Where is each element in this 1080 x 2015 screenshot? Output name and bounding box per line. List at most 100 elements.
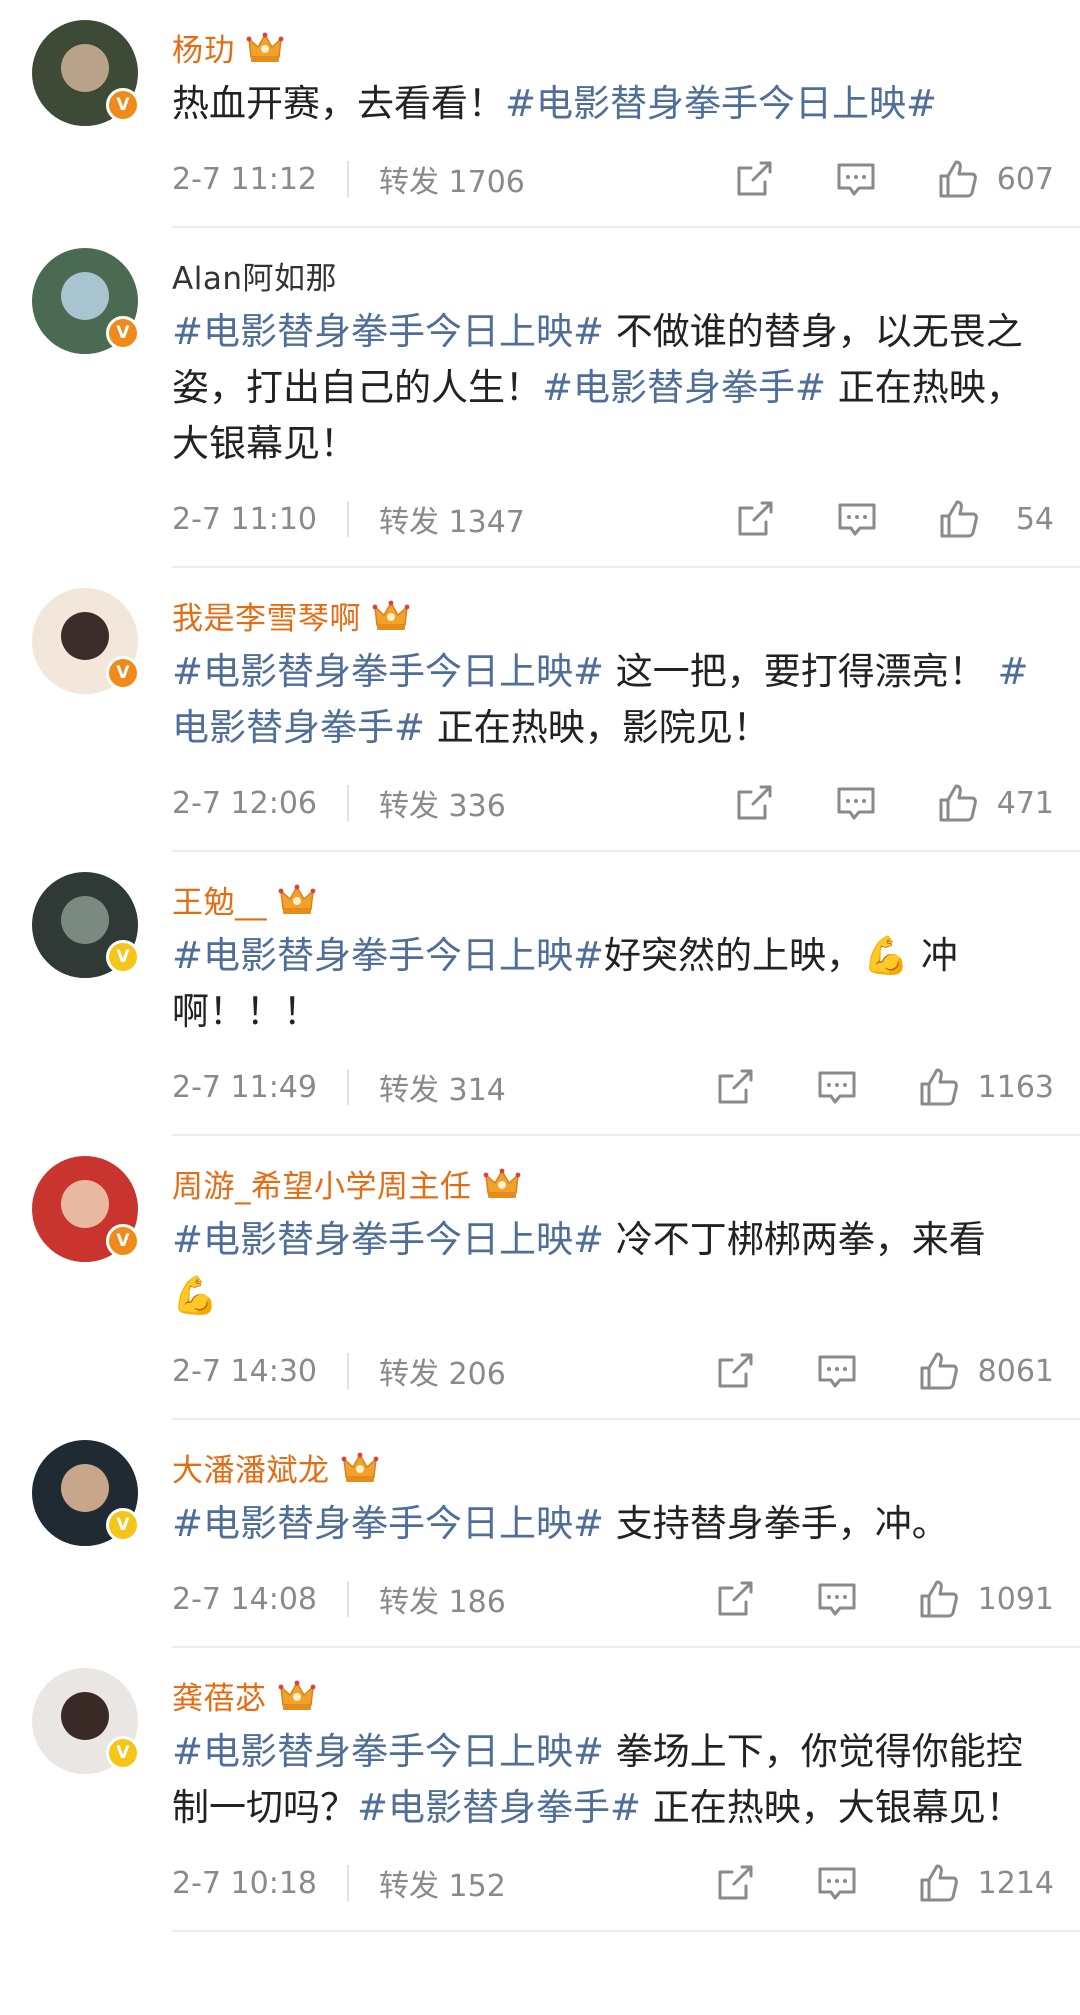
- like-count: 8061: [977, 1353, 1054, 1389]
- hashtag-link[interactable]: #电影替身拳手今日上映#: [172, 1502, 604, 1545]
- hashtag-link[interactable]: #电影替身拳手#: [357, 1786, 641, 1829]
- verified-badge-icon: V: [106, 940, 140, 974]
- verified-badge-icon: V: [106, 1508, 140, 1542]
- hashtag-link[interactable]: #电影替身拳手今日上映#: [172, 1730, 604, 1773]
- post-footer: 2-7 12:06 转发 336 471: [172, 756, 1080, 852]
- share-icon[interactable]: [712, 1576, 758, 1622]
- comment-icon[interactable]: [833, 780, 879, 826]
- author-row: Alan阿如那: [172, 228, 1080, 298]
- post-content: #电影替身拳手今日上映#好突然的上映，💪 冲啊！！！: [172, 928, 1080, 1040]
- like-control[interactable]: 471: [935, 780, 1054, 826]
- hashtag-link[interactable]: #电影替身拳手今日上映#: [505, 82, 937, 125]
- avatar[interactable]: V: [32, 1156, 140, 1262]
- thumbs-up-icon[interactable]: [916, 1064, 962, 1110]
- post-footer: 2-7 14:08 转发 186 1091: [172, 1552, 1080, 1648]
- crown-icon: [341, 1452, 378, 1482]
- share-icon[interactable]: [731, 156, 777, 202]
- comment-icon[interactable]: [833, 156, 879, 202]
- thumbs-up-icon[interactable]: [936, 496, 982, 542]
- repost-item: V 大潘潘斌龙 #电影替身拳手今日上映# 支持替身拳手，冲。 2-7 14:08…: [0, 1420, 1080, 1648]
- hashtag-link[interactable]: #电影替身拳手今日上映#: [172, 650, 604, 693]
- repost-count[interactable]: 转发 336: [379, 781, 506, 825]
- repost-count[interactable]: 转发 314: [379, 1065, 506, 1109]
- author-row: 我是李雪琴啊: [172, 568, 1080, 638]
- post-time: 2-7 12:06: [172, 785, 317, 821]
- post-content: #电影替身拳手今日上映# 冷不丁梆梆两拳，来看💪: [172, 1212, 1080, 1324]
- author-name[interactable]: 王勉__: [172, 877, 267, 922]
- divider: [347, 501, 349, 537]
- thumbs-up-icon[interactable]: [935, 156, 981, 202]
- comment-icon[interactable]: [814, 1064, 860, 1110]
- post-content: #电影替身拳手今日上映# 支持替身拳手，冲。: [172, 1496, 1080, 1552]
- repost-count[interactable]: 转发 1347: [379, 497, 525, 541]
- share-icon[interactable]: [712, 1860, 758, 1906]
- author-name[interactable]: 周游_希望小学周主任: [172, 1161, 472, 1206]
- repost-count[interactable]: 转发 186: [379, 1577, 506, 1621]
- repost-count[interactable]: 转发 206: [379, 1349, 506, 1393]
- avatar[interactable]: V: [32, 20, 140, 126]
- avatar[interactable]: V: [32, 872, 140, 978]
- avatar[interactable]: V: [32, 1440, 140, 1546]
- like-control[interactable]: 1163: [916, 1064, 1054, 1110]
- author-row: 王勉__: [172, 852, 1080, 922]
- divider: [347, 785, 349, 821]
- like-count: 471: [996, 785, 1054, 821]
- like-control[interactable]: 1091: [916, 1576, 1054, 1622]
- author-name[interactable]: 杨玏: [172, 25, 235, 70]
- divider: [347, 1353, 349, 1389]
- post-time: 2-7 11:12: [172, 161, 317, 197]
- like-count: 1163: [977, 1069, 1054, 1105]
- divider: [347, 1581, 349, 1617]
- comment-icon[interactable]: [814, 1348, 860, 1394]
- like-count: 1091: [977, 1581, 1054, 1617]
- author-row: 龚蓓苾: [172, 1648, 1080, 1718]
- divider: [347, 161, 349, 197]
- content-text: 正在热映，影院见！: [425, 706, 770, 749]
- verified-badge-icon: V: [106, 316, 140, 350]
- hashtag-link[interactable]: #电影替身拳手今日上映#: [172, 1218, 604, 1261]
- repost-count[interactable]: 转发 1706: [379, 157, 525, 201]
- author-row: 杨玏: [172, 0, 1080, 70]
- post-footer: 2-7 11:49 转发 314 1163: [172, 1040, 1080, 1136]
- thumbs-up-icon[interactable]: [916, 1348, 962, 1394]
- share-icon[interactable]: [712, 1348, 758, 1394]
- post-time: 2-7 11:49: [172, 1069, 317, 1105]
- thumbs-up-icon[interactable]: [935, 780, 981, 826]
- like-count: 1214: [977, 1865, 1054, 1901]
- avatar[interactable]: V: [32, 588, 140, 694]
- comment-icon[interactable]: [814, 1576, 860, 1622]
- like-control[interactable]: 1214: [916, 1860, 1054, 1906]
- comment-icon[interactable]: [834, 496, 880, 542]
- repost-count[interactable]: 转发 152: [379, 1861, 506, 1905]
- thumbs-up-icon[interactable]: [916, 1576, 962, 1622]
- share-icon[interactable]: [712, 1064, 758, 1110]
- share-icon[interactable]: [731, 780, 777, 826]
- avatar[interactable]: V: [32, 248, 140, 354]
- author-name[interactable]: 大潘潘斌龙: [172, 1445, 330, 1490]
- avatar[interactable]: V: [32, 1668, 140, 1774]
- like-count: 54: [1015, 501, 1054, 537]
- divider: [347, 1069, 349, 1105]
- author-name[interactable]: 我是李雪琴啊: [172, 593, 361, 638]
- like-control[interactable]: 54: [936, 496, 1054, 542]
- repost-item: V 杨玏 热血开赛，去看看！#电影替身拳手今日上映# 2-7 11:12 转发 …: [0, 0, 1080, 228]
- repost-item: V 龚蓓苾 #电影替身拳手今日上映# 拳场上下，你觉得你能控制一切吗？#电影替身…: [0, 1648, 1080, 1932]
- hashtag-link[interactable]: #电影替身拳手今日上映#: [172, 310, 604, 353]
- repost-item: V Alan阿如那 #电影替身拳手今日上映# 不做谁的替身，以无畏之姿，打出自己…: [0, 228, 1080, 568]
- weibo-repost-feed: V 杨玏 热血开赛，去看看！#电影替身拳手今日上映# 2-7 11:12 转发 …: [0, 0, 1080, 1932]
- content-text: 支持替身拳手，冲。: [604, 1502, 949, 1545]
- like-control[interactable]: 8061: [916, 1348, 1054, 1394]
- author-name[interactable]: Alan阿如那: [172, 253, 337, 298]
- repost-item: V 王勉__ #电影替身拳手今日上映#好突然的上映，💪 冲啊！！！ 2-7 11…: [0, 852, 1080, 1136]
- thumbs-up-icon[interactable]: [916, 1860, 962, 1906]
- post-footer: 2-7 11:12 转发 1706 607: [172, 132, 1080, 228]
- verified-badge-icon: V: [106, 88, 140, 122]
- share-icon[interactable]: [732, 496, 778, 542]
- content-text: 正在热映，大银幕见！: [641, 1786, 1023, 1829]
- crown-icon: [278, 884, 316, 914]
- author-name[interactable]: 龚蓓苾: [172, 1673, 267, 1718]
- hashtag-link[interactable]: #电影替身拳手今日上映#: [172, 934, 604, 977]
- comment-icon[interactable]: [814, 1860, 860, 1906]
- hashtag-link[interactable]: #电影替身拳手#: [542, 366, 826, 409]
- like-control[interactable]: 607: [935, 156, 1054, 202]
